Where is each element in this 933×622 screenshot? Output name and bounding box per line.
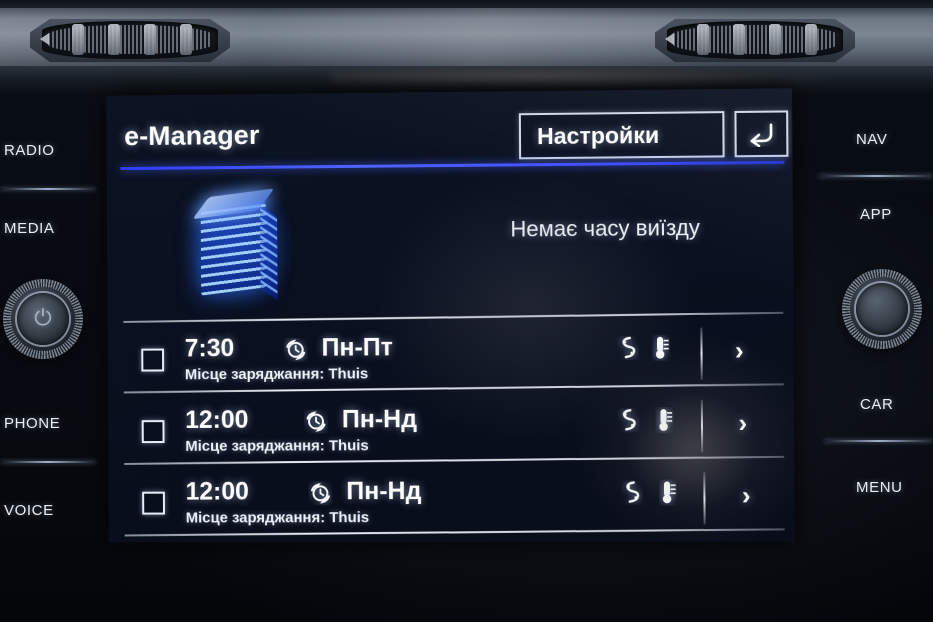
charging-plug-icon xyxy=(621,480,643,504)
screen-header: e-Manager Настройки xyxy=(106,88,792,171)
page-title: e-Manager xyxy=(124,119,260,152)
hard-button-app[interactable]: APP xyxy=(860,206,892,223)
settings-button-label: Настройки xyxy=(536,121,660,149)
thermometer-icon xyxy=(659,479,677,505)
charging-plug-icon xyxy=(617,408,639,432)
thermometer-icon xyxy=(652,335,670,361)
timer-time: 12:00 xyxy=(185,477,249,506)
timer-subtitle: Місце заряджання: Thuis xyxy=(184,365,369,384)
settings-button[interactable]: Настройки xyxy=(518,111,725,160)
button-divider xyxy=(824,440,933,442)
vent-blade xyxy=(733,24,745,55)
tune-knob[interactable] xyxy=(842,269,922,349)
header-accent-rule xyxy=(120,160,785,171)
vent-direction-arrow-icon xyxy=(40,33,49,45)
battery-layers-side xyxy=(260,207,278,299)
timer-detail-chevron-icon[interactable]: › xyxy=(742,480,751,511)
vent-blade xyxy=(72,24,84,55)
timer-enable-checkbox[interactable] xyxy=(141,348,165,372)
departure-time-notice: Немає часу виїзду xyxy=(510,214,700,242)
row-divider xyxy=(700,399,704,453)
infotainment-screen[interactable]: e-Manager Настройки Немає часу виїзду 7:… xyxy=(106,88,795,543)
air-vent-right[interactable] xyxy=(655,16,855,64)
button-divider xyxy=(0,461,96,463)
timer-enable-checkbox[interactable] xyxy=(141,420,165,444)
hard-button-voice[interactable]: VOICE xyxy=(4,502,54,519)
timer-enable-checkbox[interactable] xyxy=(142,491,165,515)
battery-layers xyxy=(200,203,267,296)
vent-blade xyxy=(144,24,156,55)
hard-button-phone[interactable]: PHONE xyxy=(4,415,60,432)
vent-blade xyxy=(180,24,192,55)
back-arrow-icon xyxy=(746,121,777,147)
power-volume-knob[interactable]: ⏻ xyxy=(3,279,83,359)
row-divider xyxy=(703,472,706,525)
hard-button-menu[interactable]: MENU xyxy=(856,479,903,496)
timer-detail-chevron-icon[interactable]: › xyxy=(738,408,747,439)
timer-time: 12:00 xyxy=(185,405,249,434)
timer-time: 7:30 xyxy=(184,334,235,363)
air-vent-left[interactable] xyxy=(30,16,230,64)
car-infotainment-photo: RADIO MEDIA ⏻ PHONE VOICE NAV APP CAR ME… xyxy=(0,0,933,622)
power-icon: ⏻ xyxy=(34,305,52,330)
timer-row[interactable]: 7:30 Пн-Пт Місце заряджання: Thuis › xyxy=(123,321,785,394)
repeat-clock-icon xyxy=(308,481,332,505)
back-button[interactable] xyxy=(734,110,789,158)
repeat-clock-icon xyxy=(284,338,308,362)
repeat-clock-icon xyxy=(304,409,328,433)
thermometer-icon xyxy=(655,407,673,433)
timer-detail-chevron-icon[interactable]: › xyxy=(735,335,744,366)
timer-row[interactable]: 12:00 Пн-Нд Місце заряджання: Thuis › xyxy=(124,393,786,465)
button-divider xyxy=(818,175,933,177)
charging-plug-icon xyxy=(617,336,639,360)
timer-days: Пн-Нд xyxy=(346,477,422,506)
vent-blade xyxy=(769,24,781,55)
button-divider xyxy=(0,188,96,190)
vent-blade xyxy=(805,24,817,55)
vent-blade xyxy=(108,24,120,55)
dashboard-reflection xyxy=(330,66,850,88)
vent-direction-arrow-icon xyxy=(665,33,674,45)
timer-subtitle: Місце заряджання: Thuis xyxy=(185,437,369,455)
timer-days: Пн-Пт xyxy=(321,333,393,362)
knob-face xyxy=(856,283,908,335)
row-divider xyxy=(700,327,703,380)
hard-button-nav[interactable]: NAV xyxy=(856,131,888,148)
vent-blade xyxy=(697,24,709,55)
timer-row[interactable]: 12:00 Пн-Нд Місце заряджання: Thuis › xyxy=(124,466,786,537)
timer-subtitle: Місце заряджання: Thuis xyxy=(185,509,370,527)
hard-button-radio[interactable]: RADIO xyxy=(4,142,55,159)
battery-stack-icon xyxy=(176,181,297,312)
hard-button-car[interactable]: CAR xyxy=(860,396,893,413)
timer-days: Пн-Нд xyxy=(341,405,418,434)
hard-button-media[interactable]: MEDIA xyxy=(4,220,55,237)
